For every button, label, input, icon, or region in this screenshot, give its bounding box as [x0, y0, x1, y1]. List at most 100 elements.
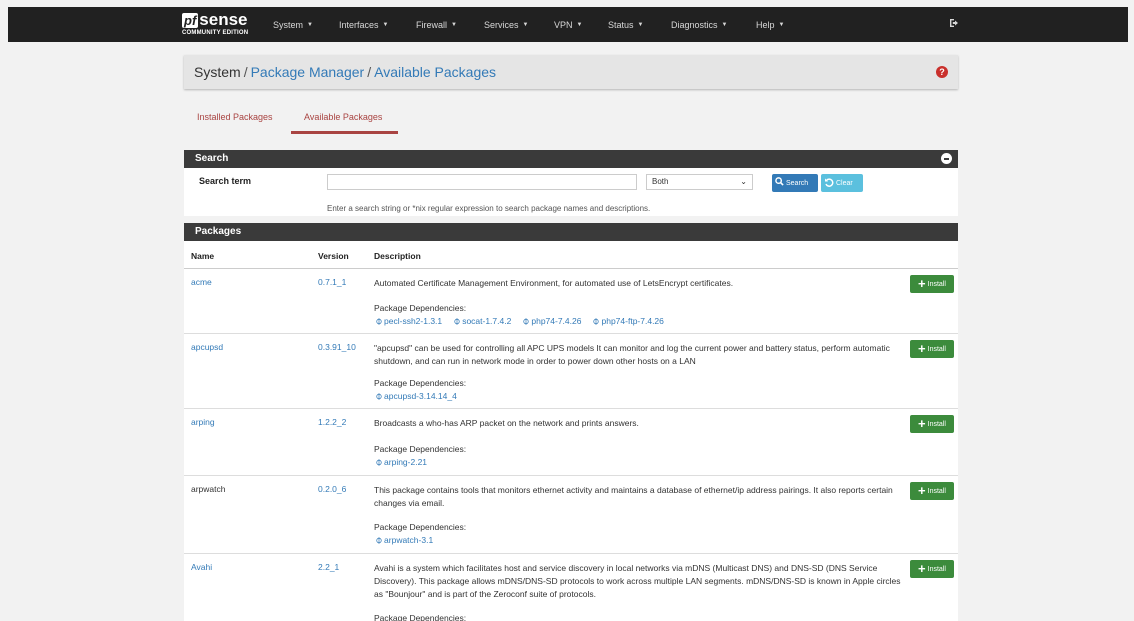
install-button[interactable]: + Install — [910, 415, 954, 433]
menu-label: System — [273, 19, 304, 30]
dependency-link[interactable]: ⌀php74-ftp-7.4.26 — [590, 315, 664, 327]
breadcrumb-available-packages[interactable]: Available Packages — [374, 64, 496, 80]
package-name-link[interactable]: apcupsd — [191, 342, 223, 352]
package-name: arpwatch — [191, 484, 226, 494]
table-row-apcupsd: apcupsd 0.3.91_10 "apcupsd" can be used … — [184, 334, 958, 409]
search-button[interactable]: Search — [772, 174, 818, 192]
table-row-arping: arping 1.2.2_2 Broadcasts a who-has ARP … — [184, 409, 958, 476]
collapse-icon[interactable] — [941, 153, 952, 164]
package-version: 1.2.2_2 — [318, 417, 347, 427]
install-button[interactable]: + Install — [910, 560, 954, 578]
top-navbar: pf sense COMMUNITY EDITION System ▼ Inter… — [8, 7, 1128, 42]
caret-down-icon: ▼ — [522, 21, 529, 28]
column-header-name: Name — [191, 251, 215, 261]
install-button[interactable]: + Install — [910, 482, 954, 500]
breadcrumb-separator: / — [243, 64, 248, 80]
package-name-link[interactable]: acme — [191, 277, 212, 287]
install-button-label: Install — [927, 565, 946, 573]
help-icon[interactable]: ? — [936, 66, 948, 78]
breadcrumb-bar: System / Package Manager / Available Package… — [184, 55, 958, 89]
menu-label: Services — [484, 19, 519, 30]
install-button-label: Install — [927, 345, 946, 353]
breadcrumb-package-manager[interactable]: Package Manager — [251, 64, 365, 80]
plus-icon: + — [918, 561, 926, 576]
breadcrumb-system: System — [194, 64, 241, 80]
menu-label: Help — [756, 19, 775, 30]
brand-edition: COMMUNITY EDITION — [182, 30, 249, 36]
install-button[interactable]: + Install — [910, 275, 954, 293]
menu-help[interactable]: Help ▼ — [756, 7, 784, 42]
menu-label: VPN — [554, 19, 573, 30]
install-button-label: Install — [927, 420, 946, 428]
package-description: "apcupsd" can be used for controlling al… — [374, 343, 890, 366]
caret-down-icon: ▼ — [382, 21, 389, 28]
dependency-link[interactable]: ⌀arpwatch-3.1 — [373, 534, 434, 546]
package-dependencies: ⌀arpwatch-3.1 — [373, 534, 445, 546]
caret-down-icon: ▼ — [637, 21, 644, 28]
install-button[interactable]: + Install — [910, 340, 954, 358]
menu-interfaces[interactable]: Interfaces ▼ — [339, 7, 388, 42]
package-version: 0.7.1_1 — [318, 277, 347, 287]
search-panel-header: Search — [184, 150, 958, 168]
menu-label: Diagnostics — [671, 19, 718, 30]
package-description: Broadcasts a who-has ARP packet on the n… — [374, 418, 639, 428]
package-version: 0.3.91_10 — [318, 342, 356, 352]
dependency-label: socat-1.7.4.2 — [462, 316, 512, 326]
search-button-label: Search — [786, 179, 809, 187]
brand-logo-mark: pf — [182, 12, 199, 28]
search-panel: Search Search term Both ⌄ Search Clear E… — [184, 150, 958, 216]
menu-firewall[interactable]: Firewall ▼ — [416, 7, 457, 42]
package-name-link[interactable]: arping — [191, 417, 215, 427]
undo-icon — [824, 177, 834, 190]
menu-label: Status — [608, 19, 634, 30]
package-dependencies-label: Package Dependencies: — [374, 303, 467, 313]
package-description: This package contains tools that monitor… — [374, 485, 893, 508]
search-scope-select[interactable]: Both ⌄ — [646, 174, 753, 190]
table-row-avahi: Avahi 2.2_1 Avahi is a system which faci… — [184, 554, 958, 621]
table-row-acme: acme 0.7.1_1 Automated Certificate Manag… — [184, 269, 958, 334]
package-dependencies-label: Package Dependencies: — [374, 522, 467, 532]
active-tab-indicator — [291, 131, 398, 134]
caret-down-icon: ▼ — [307, 21, 313, 28]
clear-button[interactable]: Clear — [821, 174, 863, 192]
search-term-label: Search term — [199, 176, 252, 186]
dependency-label: php74-ftp-7.4.26 — [601, 316, 664, 326]
package-version: 0.2.0_6 — [318, 484, 347, 494]
caret-down-icon: ▼ — [721, 21, 728, 28]
dependency-label: pecl-ssh2-1.3.1 — [384, 316, 443, 326]
package-name-link[interactable]: Avahi — [191, 562, 212, 572]
package-version: 2.2_1 — [318, 562, 340, 572]
menu-services[interactable]: Services ▼ — [484, 7, 528, 42]
dependency-link[interactable]: ⌀arping-2.21 — [373, 456, 427, 468]
pfsense-logo[interactable]: pf sense COMMUNITY EDITION — [182, 10, 258, 40]
clear-button-label: Clear — [836, 179, 853, 187]
table-row-arpwatch: arpwatch 0.2.0_6 This package contains t… — [184, 476, 958, 554]
package-dependencies-label: Package Dependencies: — [374, 444, 467, 454]
menu-vpn[interactable]: VPN ▼ — [554, 7, 582, 42]
dependency-link[interactable]: ⌀pecl-ssh2-1.3.1 — [373, 315, 443, 327]
tab-available-packages[interactable]: Available Packages — [304, 112, 382, 122]
package-description: Automated Certificate Management Environ… — [374, 278, 734, 288]
search-term-input[interactable] — [327, 174, 637, 190]
dependency-link[interactable]: ⌀apcupsd-3.14.14_4 — [373, 390, 457, 402]
menu-label: Interfaces — [339, 19, 379, 30]
dependency-link[interactable]: ⌀socat-1.7.4.2 — [451, 315, 512, 327]
logout-icon[interactable] — [949, 17, 961, 32]
dependency-link[interactable]: ⌀php74-7.4.26 — [520, 315, 581, 327]
plus-icon: + — [918, 483, 926, 498]
tab-installed-packages[interactable]: Installed Packages — [197, 112, 273, 122]
menu-status[interactable]: Status ▼ — [608, 7, 643, 42]
breadcrumb: System / Package Manager / Available Package… — [194, 64, 496, 80]
menu-diagnostics[interactable]: Diagnostics ▼ — [671, 7, 727, 42]
tab-bar: Installed Packages Available Packages — [184, 104, 958, 136]
package-dependencies: ⌀arping-2.21 — [373, 456, 439, 468]
breadcrumb-separator: / — [367, 64, 372, 80]
column-header-description: Description — [374, 251, 421, 261]
menu-system[interactable]: System ▼ — [273, 7, 313, 42]
package-description: Avahi is a system which facilitates host… — [374, 563, 901, 599]
chevron-down-icon: ⌄ — [740, 177, 747, 186]
caret-down-icon: ▼ — [451, 21, 457, 28]
dependency-label: arpwatch-3.1 — [384, 535, 434, 545]
column-header-version: Version — [318, 251, 349, 261]
packages-panel-header: Packages — [184, 223, 958, 241]
